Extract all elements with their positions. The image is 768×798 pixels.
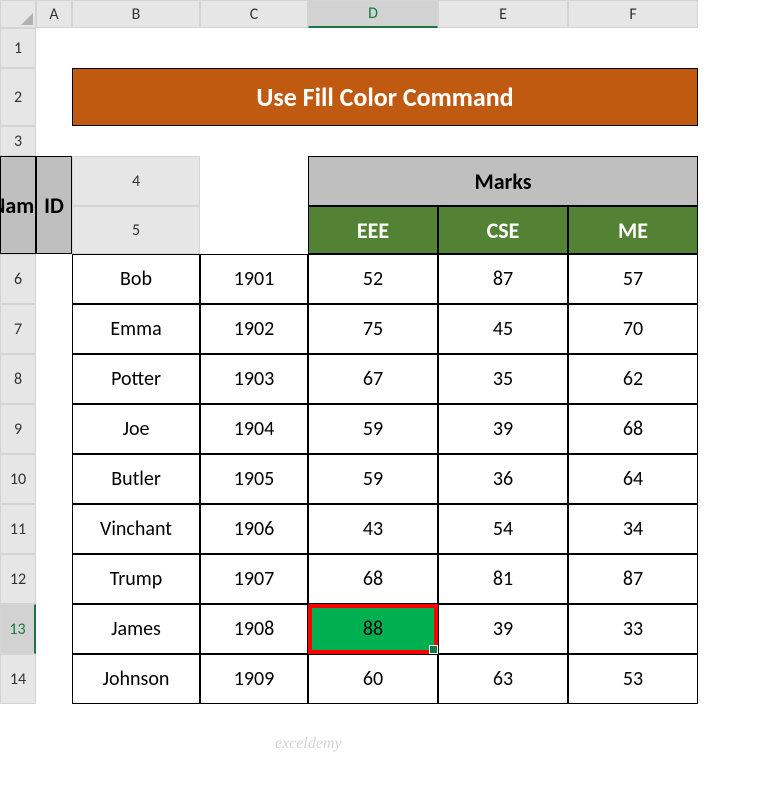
table-cell[interactable]: 54 [438,504,568,554]
cell-A7[interactable] [36,304,72,354]
cell-B3[interactable] [72,126,200,156]
cell-A11[interactable] [36,504,72,554]
table-cell[interactable]: 33 [568,604,698,654]
col-header-C[interactable]: C [200,0,308,28]
title-banner[interactable]: Use Fill Color Command [72,68,698,126]
table-cell[interactable]: 52 [308,254,438,304]
cell-B1[interactable] [72,28,200,68]
table-cell[interactable]: 1902 [200,304,308,354]
cell-C3[interactable] [200,126,308,156]
watermark-text: exceldemy [275,735,342,753]
cell-A14[interactable] [36,654,72,704]
subheader-eee[interactable]: EEE [308,206,438,254]
table-cell[interactable]: 68 [308,554,438,604]
cell-D1[interactable] [308,28,438,68]
table-cell[interactable]: Potter [72,354,200,404]
row-header-2[interactable]: 2 [0,68,36,126]
table-cell[interactable]: 81 [438,554,568,604]
table-cell[interactable]: 62 [568,354,698,404]
header-name[interactable]: Name [0,156,36,254]
table-cell[interactable]: 67 [308,354,438,404]
cell-A2[interactable] [36,68,72,126]
table-cell[interactable]: 1905 [200,454,308,504]
table-cell[interactable]: 68 [568,404,698,454]
table-cell[interactable]: 1907 [200,554,308,604]
col-header-A[interactable]: A [36,0,72,28]
row-header-13[interactable]: 13 [0,604,36,654]
cell-A1[interactable] [36,28,72,68]
table-cell[interactable]: Emma [72,304,200,354]
table-cell[interactable]: Johnson [72,654,200,704]
row-header-8[interactable]: 8 [0,354,36,404]
row-header-9[interactable]: 9 [0,404,36,454]
row-header-6[interactable]: 6 [0,254,36,304]
cell-A5[interactable] [200,206,308,254]
cell-A9[interactable] [36,404,72,454]
table-cell[interactable]: 64 [568,454,698,504]
table-cell[interactable]: 57 [568,254,698,304]
table-cell[interactable]: 35 [438,354,568,404]
table-cell[interactable]: 59 [308,404,438,454]
table-cell[interactable]: Butler [72,454,200,504]
row-header-7[interactable]: 7 [0,304,36,354]
cell-C1[interactable] [200,28,308,68]
header-id[interactable]: ID [36,156,72,254]
cell-D3[interactable] [308,126,438,156]
table-cell[interactable]: 87 [438,254,568,304]
table-cell[interactable]: 39 [438,604,568,654]
spreadsheet-grid[interactable]: A B C D E F 1 2 Use Fill Color Command 3… [0,0,768,704]
cell-A4[interactable] [200,156,308,206]
table-cell[interactable]: Joe [72,404,200,454]
table-cell[interactable]: Bob [72,254,200,304]
table-cell[interactable]: 70 [568,304,698,354]
col-header-E[interactable]: E [438,0,568,28]
table-cell[interactable]: 45 [438,304,568,354]
table-cell[interactable]: 53 [568,654,698,704]
subheader-cse[interactable]: CSE [438,206,568,254]
row-header-1[interactable]: 1 [0,28,36,68]
row-header-5[interactable]: 5 [72,206,200,254]
table-cell[interactable]: 34 [568,504,698,554]
table-cell[interactable]: 1909 [200,654,308,704]
table-cell[interactable]: 63 [438,654,568,704]
cell-E1[interactable] [438,28,568,68]
row-header-11[interactable]: 11 [0,504,36,554]
row-header-3[interactable]: 3 [0,126,36,156]
cell-E3[interactable] [438,126,568,156]
cell-A12[interactable] [36,554,72,604]
table-cell[interactable]: Vinchant [72,504,200,554]
table-cell[interactable]: 1906 [200,504,308,554]
cell-F3[interactable] [568,126,698,156]
cell-A3[interactable] [36,126,72,156]
table-cell[interactable]: James [72,604,200,654]
table-cell[interactable]: 60 [308,654,438,704]
header-marks[interactable]: Marks [308,156,698,206]
table-cell[interactable]: 75 [308,304,438,354]
table-cell[interactable]: 1903 [200,354,308,404]
row-header-12[interactable]: 12 [0,554,36,604]
cell-A6[interactable] [36,254,72,304]
cell-A10[interactable] [36,454,72,504]
table-cell[interactable]: 1904 [200,404,308,454]
table-cell[interactable]: Trump [72,554,200,604]
row-header-10[interactable]: 10 [0,454,36,504]
table-cell[interactable]: 59 [308,454,438,504]
table-cell[interactable]: 1908 [200,604,308,654]
table-cell[interactable]: 36 [438,454,568,504]
cell-F1[interactable] [568,28,698,68]
cell-A8[interactable] [36,354,72,404]
row-header-4[interactable]: 4 [72,156,200,206]
subheader-me[interactable]: ME [568,206,698,254]
row-header-14[interactable]: 14 [0,654,36,704]
col-header-F[interactable]: F [568,0,698,28]
col-header-B[interactable]: B [72,0,200,28]
table-cell[interactable]: 43 [308,504,438,554]
select-all-corner[interactable] [0,0,36,28]
cell-A13[interactable] [36,604,72,654]
table-cell[interactable]: 39 [438,404,568,454]
table-cell[interactable]: 87 [568,554,698,604]
col-header-D[interactable]: D [308,0,438,28]
selected-cell-D13[interactable]: 88 [308,604,438,654]
table-cell[interactable]: 1901 [200,254,308,304]
